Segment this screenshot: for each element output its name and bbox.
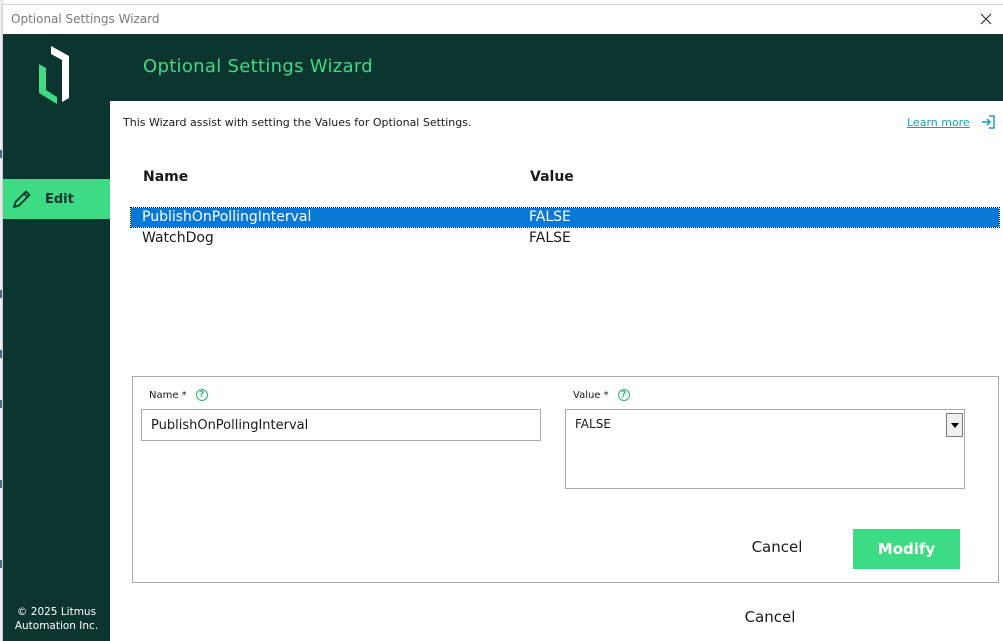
learn-more-label: Learn more xyxy=(907,115,970,129)
sidebar-item-label: Edit xyxy=(45,191,74,207)
page-title: Optional Settings Wizard xyxy=(143,56,373,77)
copyright-line: Automation Inc. xyxy=(14,620,99,632)
copyright-line: © 2025 Litmus xyxy=(16,606,97,618)
row-name: PublishOnPollingInterval xyxy=(142,209,312,225)
value-field-label: Value * ? xyxy=(573,389,630,401)
help-icon[interactable]: ? xyxy=(617,389,630,401)
sidebar: Edit © 2025 Litmus Automation Inc. xyxy=(3,34,110,641)
name-input[interactable] xyxy=(141,409,541,441)
settings-list-row[interactable]: WatchDog FALSE xyxy=(131,229,999,248)
name-field-label: Name * ? xyxy=(149,389,208,401)
value-label-text: Value * xyxy=(573,389,609,401)
wizard-cancel-button[interactable]: Cancel xyxy=(730,601,810,633)
window-title: Optional Settings Wizard xyxy=(11,12,160,26)
modify-button[interactable]: Modify xyxy=(853,529,960,569)
header-band: Optional Settings Wizard xyxy=(110,34,1003,101)
row-value: FALSE xyxy=(529,230,571,246)
title-bar: Optional Settings Wizard xyxy=(3,5,1003,34)
litmus-logo xyxy=(39,46,69,104)
close-icon xyxy=(980,13,992,25)
help-icon[interactable]: ? xyxy=(195,389,208,401)
value-select-current: FALSE xyxy=(575,417,611,431)
dropdown-button[interactable] xyxy=(946,413,963,437)
copyright: © 2025 Litmus Automation Inc. xyxy=(3,605,110,633)
value-select[interactable]: FALSE xyxy=(565,409,965,489)
external-link-icon xyxy=(981,115,995,129)
panel-cancel-button[interactable]: Cancel xyxy=(737,529,817,565)
settings-list-header: Name Value xyxy=(131,167,999,191)
row-value: FALSE xyxy=(529,209,571,225)
pencil-icon xyxy=(13,190,31,208)
wizard-window: Optional Settings Wizard Edit © 2025 Lit… xyxy=(2,4,1003,641)
name-label-text: Name * xyxy=(149,389,187,401)
main-content: This Wizard assist with setting the Valu… xyxy=(110,101,1000,641)
edit-panel: Name * ? Value * ? FALSE Cancel Modify xyxy=(132,376,999,583)
row-name: WatchDog xyxy=(142,230,214,246)
window-close-button[interactable] xyxy=(973,7,999,31)
intro-text: This Wizard assist with setting the Valu… xyxy=(123,116,472,129)
learn-more-link[interactable]: Learn more xyxy=(907,114,996,130)
sidebar-item-edit[interactable]: Edit xyxy=(3,179,110,219)
settings-list-row[interactable]: PublishOnPollingInterval FALSE xyxy=(130,207,1000,228)
chevron-down-icon xyxy=(950,422,959,428)
column-header-value: Value xyxy=(530,169,574,185)
column-header-name: Name xyxy=(143,169,189,185)
